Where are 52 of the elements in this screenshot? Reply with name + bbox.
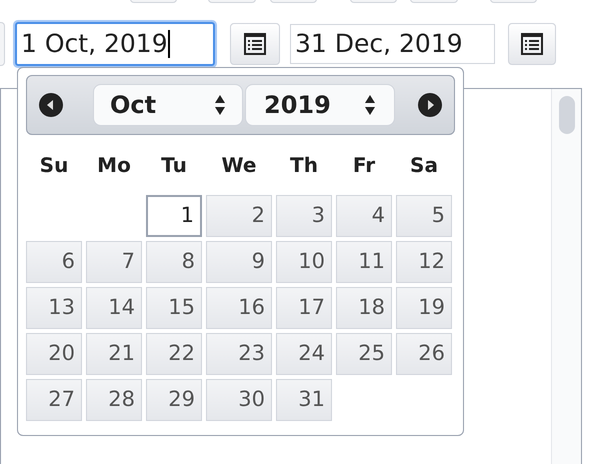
end-date-field[interactable]: 31 Dec, 2019	[290, 24, 495, 64]
start-date-field[interactable]: 1 Oct, 2019	[15, 22, 215, 66]
select-arrows-icon	[214, 93, 226, 117]
calendar-button[interactable]	[508, 23, 556, 65]
day-button[interactable]: 16	[206, 287, 272, 329]
month-select[interactable]: Oct	[93, 84, 243, 126]
calendar-button[interactable]	[230, 23, 280, 65]
year-select[interactable]: 2019	[245, 84, 395, 126]
day-button[interactable]: 11	[336, 241, 392, 283]
day-button[interactable]: 1	[146, 195, 202, 237]
weekday-label: Mo	[96, 152, 132, 179]
day-button[interactable]: 9	[206, 241, 272, 283]
day-button[interactable]: 23	[206, 333, 272, 375]
day-button[interactable]: 18	[336, 287, 392, 329]
day-button[interactable]: 25	[336, 333, 392, 375]
day-button[interactable]: 5	[396, 195, 452, 237]
day-button[interactable]: 22	[146, 333, 202, 375]
day-button[interactable]: 20	[26, 333, 82, 375]
day-button[interactable]: 13	[26, 287, 82, 329]
day-button[interactable]: 3	[276, 195, 332, 237]
day-button[interactable]: 31	[276, 379, 332, 421]
day-button[interactable]: 30	[206, 379, 272, 421]
select-arrows-icon	[364, 93, 376, 117]
weekday-label: Su	[38, 152, 70, 179]
day-button[interactable]: 27	[26, 379, 82, 421]
scroll-thumb[interactable]	[558, 96, 574, 134]
weekday-label: Fr	[352, 152, 376, 179]
day-button[interactable]: 10	[276, 241, 332, 283]
list-icon	[244, 33, 266, 55]
day-button[interactable]: 24	[276, 333, 332, 375]
weekday-label: We	[220, 152, 258, 179]
list-icon	[521, 33, 543, 55]
next-icon[interactable]	[418, 93, 442, 117]
day-button[interactable]: 21	[86, 333, 142, 375]
weekday-label: Th	[289, 152, 319, 179]
day-button[interactable]: 19	[396, 287, 452, 329]
day-button[interactable]: 29	[146, 379, 202, 421]
day-button[interactable]: 2	[206, 195, 272, 237]
weekday-label: Sa	[409, 152, 439, 179]
day-button[interactable]: 28	[86, 379, 142, 421]
previous-icon[interactable]	[39, 93, 63, 117]
weekday-label: Tu	[160, 152, 188, 179]
day-button[interactable]: 4	[336, 195, 392, 237]
day-button[interactable]: 7	[86, 241, 142, 283]
scrollbar[interactable]	[551, 89, 581, 464]
day-button[interactable]: 17	[276, 287, 332, 329]
day-button[interactable]: 15	[146, 287, 202, 329]
day-button[interactable]: 14	[86, 287, 142, 329]
day-button[interactable]: 8	[146, 241, 202, 283]
day-button[interactable]: 26	[396, 333, 452, 375]
day-button[interactable]: 12	[396, 241, 452, 283]
day-button[interactable]: 6	[26, 241, 82, 283]
